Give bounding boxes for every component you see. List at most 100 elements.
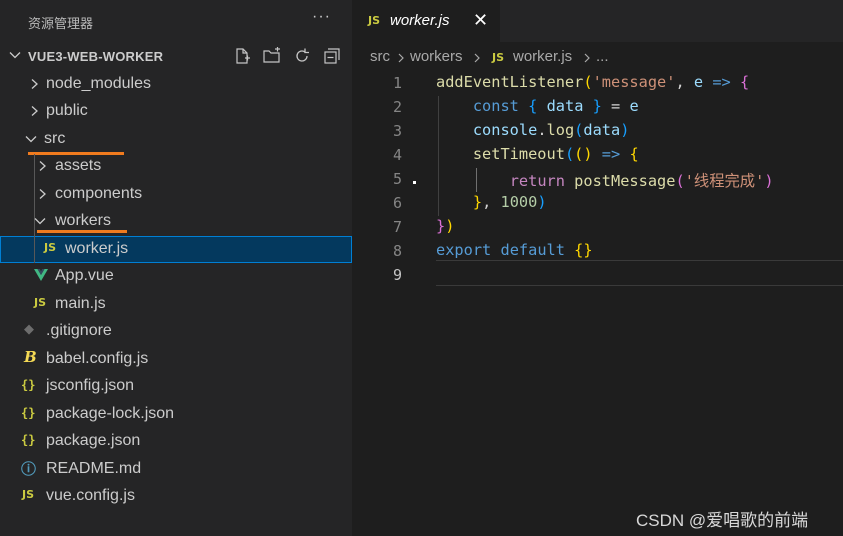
- current-line-highlight: [436, 260, 843, 286]
- chevron-right-icon: [39, 189, 46, 199]
- tree-item-main-js[interactable]: JS main.js: [0, 291, 352, 318]
- tree-item-worker-js[interactable]: JS worker.js: [0, 236, 352, 263]
- token-variable: e: [629, 97, 639, 115]
- code-line: export default {}: [436, 241, 593, 259]
- more-actions-icon[interactable]: ···: [312, 8, 331, 26]
- line-number: 8: [392, 242, 402, 260]
- tree-item-package-json[interactable]: {} package.json: [0, 428, 352, 455]
- tree-item-label: App.vue: [55, 267, 114, 284]
- token-function: postMessage: [574, 172, 676, 190]
- chevron-right-icon: [474, 53, 480, 63]
- token-variable: console: [472, 121, 538, 139]
- project-section-header[interactable]: VUE3-WEB-WORKER: [0, 44, 352, 70]
- line-number: 2: [392, 98, 402, 116]
- new-folder-icon[interactable]: [262, 46, 282, 66]
- tree-item-label: node_modules: [46, 75, 151, 92]
- chevron-right-icon: [398, 53, 404, 63]
- token-function: log: [546, 121, 575, 139]
- modified-dot: [413, 181, 416, 184]
- explorer-header: 资源管理器 ···: [0, 0, 352, 42]
- code-editor[interactable]: 1 2 3 4 5 6 7 8 9 addEventListener('mess…: [352, 72, 843, 536]
- breadcrumb-item-src[interactable]: src: [370, 48, 390, 65]
- breadcrumb-item-file[interactable]: worker.js: [513, 48, 572, 65]
- code-line: }): [436, 217, 455, 235]
- git-file-icon: ◆: [24, 321, 34, 336]
- line-number: 1: [392, 74, 402, 92]
- token-string: 'message': [592, 73, 676, 91]
- token-keyword: const: [472, 97, 519, 115]
- chevron-right-icon: [584, 53, 590, 63]
- breadcrumb: src workers JS worker.js ...: [352, 42, 843, 72]
- tree-item-src[interactable]: src: [0, 126, 352, 153]
- code-line: addEventListener('message', e => {: [436, 73, 750, 91]
- json-file-icon: {}: [21, 433, 36, 447]
- breadcrumb-item-workers[interactable]: workers: [410, 48, 463, 65]
- tree-item-label: public: [46, 102, 88, 119]
- tree-item-label: worker.js: [65, 240, 129, 257]
- tree-item-label: package.json: [46, 432, 141, 449]
- tree-item-app-vue[interactable]: App.vue: [0, 263, 352, 290]
- tree-item-label: jsconfig.json: [46, 377, 135, 394]
- tree-item-label: babel.config.js: [46, 350, 149, 367]
- token-param: e: [693, 73, 704, 91]
- tree-item-label: package-lock.json: [46, 405, 175, 422]
- javascript-file-icon: JS: [492, 51, 505, 64]
- tree-item-label: vue.config.js: [46, 487, 135, 504]
- token-variable: data: [546, 97, 584, 115]
- project-name: VUE3-WEB-WORKER: [28, 49, 164, 64]
- code-line: }, 1000): [472, 193, 547, 211]
- token-function: setTimeout: [472, 145, 565, 163]
- indent-guide: [34, 236, 35, 263]
- chevron-down-icon: [25, 136, 37, 143]
- token-function: addEventListener: [436, 73, 584, 91]
- tree-item-public[interactable]: public: [0, 98, 352, 125]
- code-line: const { data } = e: [472, 97, 639, 115]
- code-line: console.log(data): [472, 121, 630, 139]
- line-number: 7: [392, 218, 402, 236]
- tree-item-label: workers: [55, 212, 112, 229]
- line-number: 4: [392, 146, 402, 164]
- breadcrumb-item-symbols[interactable]: ...: [596, 48, 609, 65]
- tree-item-label: main.js: [55, 295, 106, 312]
- tree-item-jsconfig[interactable]: {} jsconfig.json: [0, 373, 352, 400]
- json-file-icon: {}: [21, 406, 36, 420]
- javascript-file-icon: JS: [22, 488, 35, 501]
- code-line: return postMessage('线程完成'): [509, 172, 774, 190]
- token-keyword: default: [500, 241, 565, 259]
- collapse-all-icon[interactable]: [322, 46, 342, 66]
- token-variable: data: [583, 121, 621, 139]
- tree-item-label: assets: [55, 157, 102, 174]
- tree-item-node-modules[interactable]: node_modules: [0, 71, 352, 98]
- info-file-icon: ⓘ: [21, 461, 37, 478]
- tab-label: worker.js: [390, 12, 450, 29]
- token-string: '线程完成': [684, 172, 765, 190]
- line-number: 3: [392, 122, 402, 140]
- watermark: CSDN @爱唱歌的前端: [636, 511, 809, 530]
- tree-item-readme[interactable]: ⓘ README.md: [0, 456, 352, 483]
- tree-item-label: README.md: [46, 460, 142, 477]
- chevron-right-icon: [31, 106, 38, 116]
- javascript-file-icon: JS: [44, 241, 57, 254]
- tree-item-vue-config[interactable]: JS vue.config.js: [0, 483, 352, 510]
- vue-file-icon: [34, 269, 48, 281]
- chevron-down-icon: [34, 218, 46, 225]
- new-file-icon[interactable]: [232, 46, 252, 66]
- line-number: 9: [392, 266, 402, 284]
- javascript-file-icon: JS: [34, 296, 47, 309]
- tab-worker-js[interactable]: JS worker.js ✕: [352, 0, 500, 42]
- refresh-icon[interactable]: [292, 46, 312, 66]
- javascript-file-icon: JS: [368, 14, 381, 27]
- tree-item-label: .gitignore: [46, 322, 112, 339]
- tree-item-package-lock[interactable]: {} package-lock.json: [0, 401, 352, 428]
- tree-item-babel-config[interactable]: B babel.config.js: [0, 346, 352, 373]
- explorer-sidebar: 资源管理器 ··· VUE3-WEB-WORKER node_modules p…: [0, 0, 352, 536]
- token-number: 1000: [500, 193, 538, 211]
- close-icon[interactable]: ✕: [473, 10, 488, 31]
- tree-item-label: components: [55, 185, 143, 202]
- editor-tab-bar: JS worker.js ✕: [352, 0, 843, 42]
- tree-item-components[interactable]: components: [0, 181, 352, 208]
- tree-item-gitignore[interactable]: ◆ .gitignore: [0, 318, 352, 345]
- tree-item-assets[interactable]: assets: [0, 153, 352, 180]
- chevron-down-icon: [9, 52, 21, 59]
- tree-item-label: src: [44, 130, 66, 147]
